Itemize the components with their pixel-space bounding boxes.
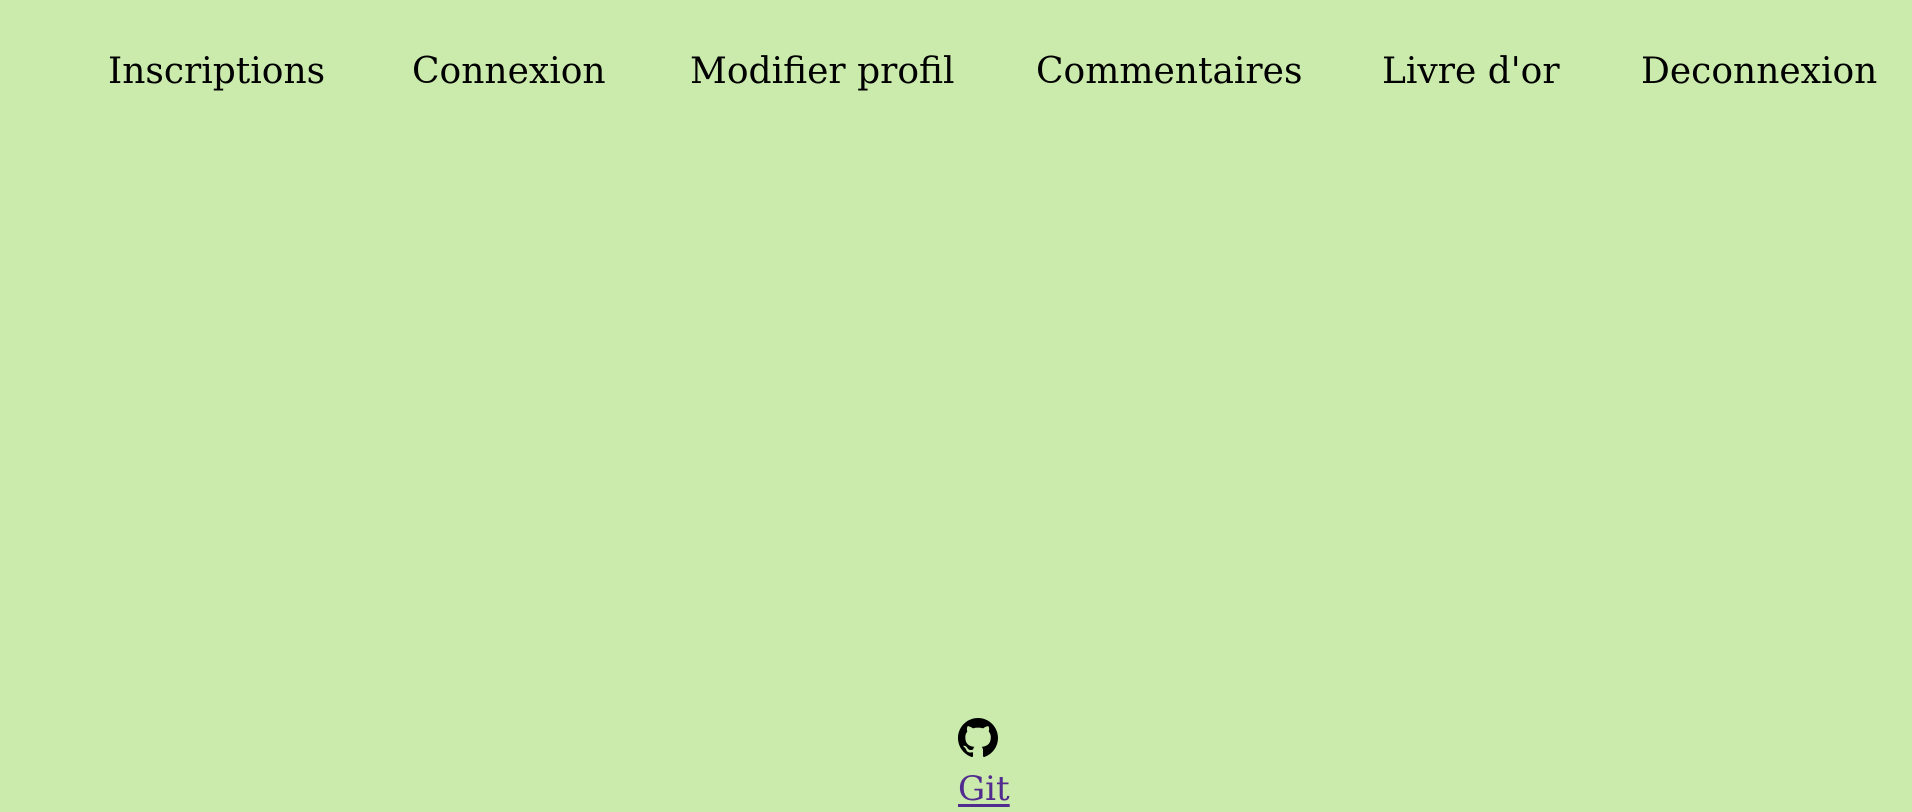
- nav-link-inscriptions[interactable]: Inscriptions: [108, 46, 325, 98]
- nav-link-modifier-profil[interactable]: Modifier profil: [690, 46, 955, 98]
- footer: Git: [940, 712, 1020, 812]
- main-nav: Inscriptions Connexion Modifier profil C…: [0, 0, 1912, 145]
- git-link[interactable]: Git: [958, 767, 1010, 811]
- nav-link-deconnexion[interactable]: Deconnexion: [1641, 46, 1877, 98]
- nav-link-connexion[interactable]: Connexion: [412, 46, 606, 98]
- nav-link-livre-dor[interactable]: Livre d'or: [1382, 46, 1560, 98]
- nav-link-commentaires[interactable]: Commentaires: [1036, 46, 1302, 98]
- github-icon[interactable]: [958, 718, 998, 758]
